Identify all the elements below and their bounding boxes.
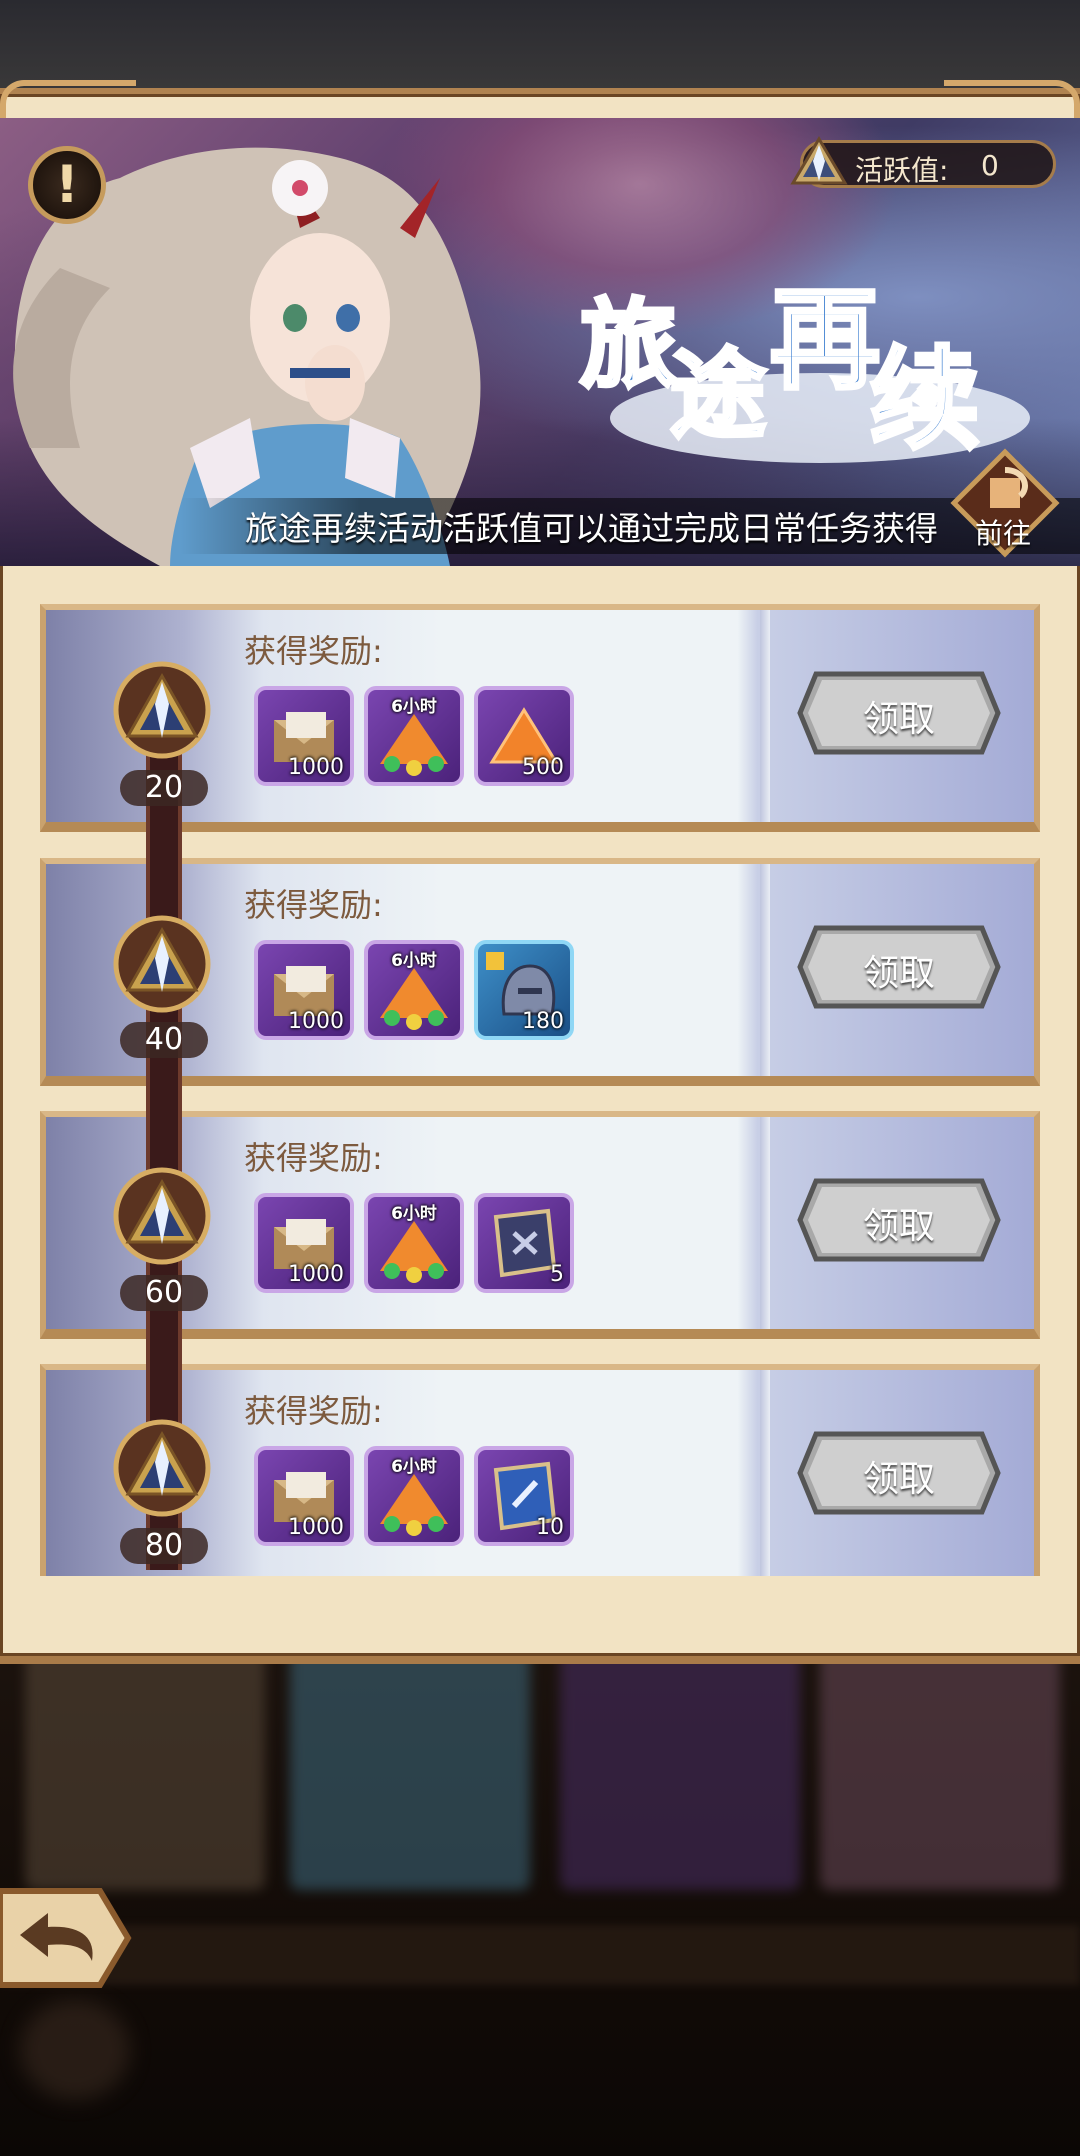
event-banner: ! 活跃值: 0 旅 途 再 续 旅途再续活动活跃值可以通过完成日常任务获得 <box>0 118 1080 566</box>
milestone-emblem-icon <box>113 661 211 759</box>
milestone-value: 40 <box>144 1022 184 1057</box>
event-description: 旅途再续活动活跃值可以通过完成日常任务获得 <box>245 509 938 548</box>
rewards-label: 获得奖励: <box>244 1392 383 1430</box>
reward-item[interactable]: 1000 <box>254 686 354 786</box>
item-count: 10 <box>536 1515 564 1540</box>
row-divider <box>760 610 770 822</box>
reward-item[interactable]: 6小时 <box>364 686 464 786</box>
reward-item[interactable]: 1000 <box>254 1193 354 1293</box>
item-duration-tag: 6小时 <box>391 951 437 971</box>
item-duration-tag: 6小时 <box>391 1457 437 1477</box>
title-char: 再 <box>770 275 880 404</box>
claim-label[interactable]: 领取 <box>796 1197 1002 1249</box>
claim-label[interactable]: 领取 <box>796 690 1002 742</box>
item-count: 1000 <box>288 1515 344 1540</box>
claim-label[interactable]: 领取 <box>796 1450 1002 1502</box>
item-count: 500 <box>522 755 564 780</box>
item-count: 1000 <box>288 1009 344 1034</box>
reward-item[interactable]: 500 <box>474 686 574 786</box>
event-title-art: 旅 途 再 续 <box>578 273 1030 466</box>
reward-item[interactable]: 1000 <box>254 940 354 1040</box>
milestone-value: 20 <box>144 770 184 805</box>
reward-item[interactable]: 6小时 <box>364 1193 464 1293</box>
claim-label[interactable]: 领取 <box>796 944 1002 996</box>
rewards-label: 获得奖励: <box>244 632 383 670</box>
item-count: 1000 <box>288 1262 344 1287</box>
row-divider <box>760 1117 770 1329</box>
background-card <box>290 1650 530 1890</box>
rewards-label: 获得奖励: <box>244 886 383 924</box>
reward-item[interactable]: 6小时 <box>364 1446 464 1546</box>
background-card <box>820 1650 1060 1890</box>
activity-emblem-icon <box>790 136 848 185</box>
reward-item[interactable]: 180 <box>474 940 574 1040</box>
background-card <box>560 1650 800 1890</box>
milestone-emblem-icon <box>113 1419 211 1517</box>
background-strip <box>0 1925 1080 1985</box>
activity-label: 活跃值: <box>855 154 949 187</box>
title-char: 续 <box>870 335 980 464</box>
milestone-value: 80 <box>144 1528 184 1563</box>
row-divider <box>760 864 770 1076</box>
milestone-emblem-icon <box>113 915 211 1013</box>
reward-item[interactable]: 1000 <box>254 1446 354 1546</box>
reward-item[interactable]: 5 <box>474 1193 574 1293</box>
title-char: 途 <box>670 338 766 451</box>
background-card <box>25 1650 265 1890</box>
item-count: 1000 <box>288 755 344 780</box>
background-top <box>0 0 1080 100</box>
go-label[interactable]: 前往 <box>975 512 1031 552</box>
item-duration-tag: 6小时 <box>391 697 437 717</box>
item-duration-tag: 6小时 <box>391 1204 437 1224</box>
item-count: 180 <box>522 1009 564 1034</box>
background-blob <box>20 2000 130 2100</box>
milestone-emblem-icon <box>113 1167 211 1265</box>
rewards-label: 获得奖励: <box>244 1139 383 1177</box>
reward-item[interactable]: 6小时 <box>364 940 464 1040</box>
activity-value: 0 <box>981 149 999 182</box>
milestone-value: 60 <box>144 1275 184 1310</box>
title-char: 旅 <box>580 288 676 401</box>
info-button[interactable]: ! <box>28 146 106 224</box>
back-button[interactable] <box>0 1885 132 1991</box>
activity-value-badge: 活跃值: 0 <box>790 136 1056 188</box>
item-count: 5 <box>550 1262 564 1287</box>
reward-item[interactable]: 10 <box>474 1446 574 1546</box>
row-divider <box>760 1370 770 1576</box>
